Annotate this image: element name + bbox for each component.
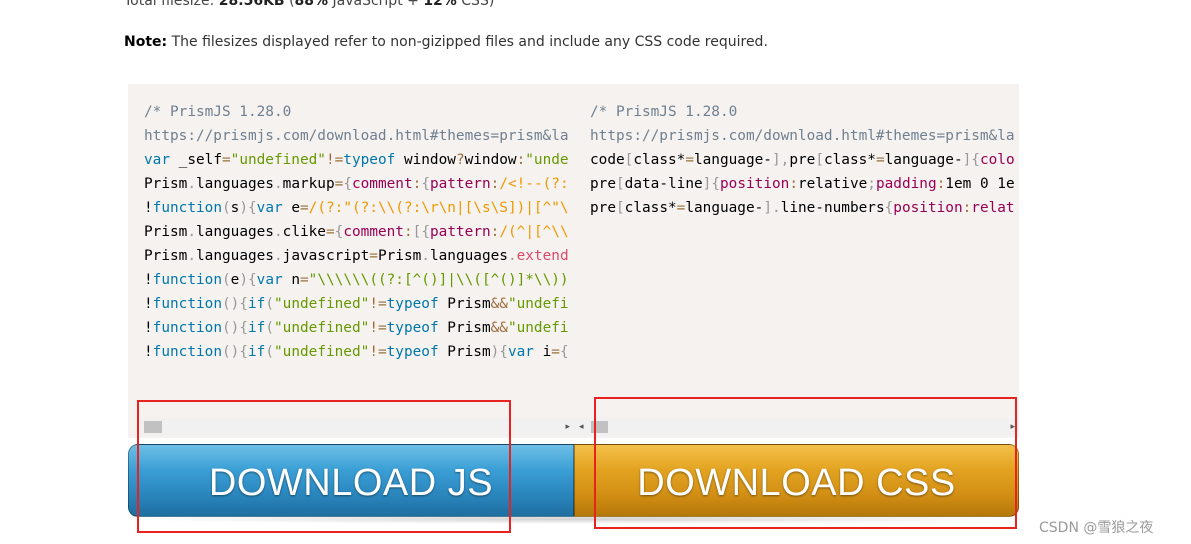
css-label: CSS) xyxy=(461,0,495,9)
js-percent: 88% xyxy=(294,0,329,9)
css-percent: 12% xyxy=(423,0,457,9)
js-code-line: Prism.languages.javascript=Prism.languag… xyxy=(144,248,569,264)
js-code-line: Prism.languages.clike={comment:[{pattern… xyxy=(144,224,569,240)
css-horizontal-scrollbar[interactable]: ◂ ▸ xyxy=(576,418,1019,436)
js-label: JavaScript + xyxy=(332,0,419,9)
scroll-right-arrow-icon[interactable]: ▸ xyxy=(1010,421,1015,433)
css-code-line: pre[class*=language-].line-numbers{posit… xyxy=(590,200,1015,216)
css-code-preview[interactable]: /* PrismJS 1.28.0 https://prismjs.com/dow… xyxy=(590,100,1019,370)
js-code-line: !function(){if("undefined"!=typeof Prism… xyxy=(144,296,569,312)
note-label: Note: xyxy=(124,34,168,50)
js-code-line: var _self="undefined"!=typeof window?win… xyxy=(144,152,569,168)
js-code-line: Prism.languages.markup={comment:{pattern… xyxy=(144,176,569,192)
js-code-preview[interactable]: /* PrismJS 1.28.0 https://prismjs.com/dow… xyxy=(144,100,575,370)
js-code-line: !function(e){var n="\\\\\\((?:[^()]|\\([… xyxy=(144,272,569,288)
js-horizontal-scrollbar[interactable]: ▸ xyxy=(140,418,576,436)
css-code-line: code[class*=language-],pre[class*=langua… xyxy=(590,152,1015,168)
js-code-line: !function(){if("undefined"!=typeof Prism… xyxy=(144,320,569,336)
js-code-line: /* PrismJS 1.28.0 xyxy=(144,104,292,120)
filesize-value: 28.56KB xyxy=(218,0,285,9)
download-css-button[interactable]: DOWNLOAD CSS xyxy=(574,444,1019,517)
filesize-summary: Total filesize: 28.56KB (88% JavaScript … xyxy=(124,0,494,9)
css-code-line: pre[data-line]{position:relative;padding… xyxy=(590,176,1015,192)
js-code-line: https://prismjs.com/download.html#themes… xyxy=(144,128,569,144)
note-text: The filesizes displayed refer to non-giz… xyxy=(171,34,768,50)
css-code-line: https://prismjs.com/download.html#themes… xyxy=(590,128,1015,144)
js-code-line: !function(s){var e=/(?:"(?:\\(?:\r\n|[\s… xyxy=(144,200,569,216)
csdn-watermark: CSDN @雪狼之夜 xyxy=(1039,520,1154,536)
js-code-line: !function(){if("undefined"!=typeof Prism… xyxy=(144,344,569,360)
scroll-right-arrow-icon[interactable]: ▸ xyxy=(565,421,570,433)
download-js-button[interactable]: DOWNLOAD JS xyxy=(128,444,574,517)
code-preview-area: /* PrismJS 1.28.0 https://prismjs.com/dow… xyxy=(128,84,1019,438)
filesize-note: Note: The filesizes displayed refer to n… xyxy=(124,34,768,50)
filesize-label: Total filesize: xyxy=(124,0,215,9)
css-code-line: /* PrismJS 1.28.0 xyxy=(590,104,738,120)
scroll-left-arrow-icon[interactable]: ◂ xyxy=(579,421,584,433)
js-scrollbar-thumb[interactable] xyxy=(144,421,162,433)
css-scrollbar-thumb[interactable] xyxy=(591,421,608,433)
